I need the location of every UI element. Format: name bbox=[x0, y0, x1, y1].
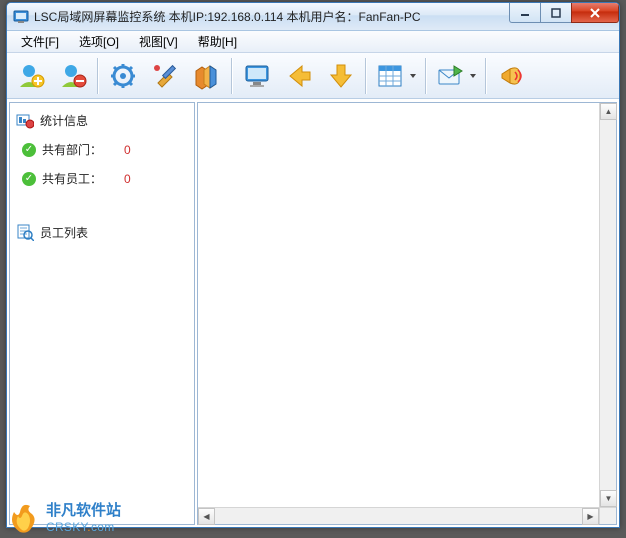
library-button[interactable] bbox=[187, 56, 227, 96]
window-title: LSC局域网屏幕监控系统 本机IP:192.168.0.114 本机用户名：Fa… bbox=[34, 8, 421, 25]
stat-emp-label: 共有员工： bbox=[42, 170, 102, 187]
check-icon: ✓ bbox=[22, 172, 36, 186]
sidebar: 统计信息 ✓ 共有部门： 0 ✓ 共有员工： 0 bbox=[9, 102, 195, 525]
minimize-button[interactable] bbox=[509, 3, 541, 23]
scroll-left-button[interactable]: ◀ bbox=[198, 508, 215, 525]
stats-heading-label: 统计信息 bbox=[40, 112, 88, 129]
menubar: 文件[F] 选项[O] 视图[V] 帮助[H] bbox=[7, 31, 619, 53]
vertical-scrollbar[interactable]: ▲ ▼ bbox=[599, 103, 616, 507]
toolbar-separator bbox=[97, 58, 99, 94]
close-button[interactable] bbox=[571, 3, 619, 23]
back-button[interactable] bbox=[279, 56, 319, 96]
stat-departments: ✓ 共有部门： 0 bbox=[16, 135, 188, 164]
content-area: 统计信息 ✓ 共有部门： 0 ✓ 共有员工： 0 bbox=[7, 99, 619, 527]
monitor-button[interactable] bbox=[237, 56, 277, 96]
stats-icon bbox=[16, 111, 34, 129]
maximize-button[interactable] bbox=[540, 3, 572, 23]
menu-help[interactable]: 帮助[H] bbox=[188, 31, 247, 52]
send-button[interactable] bbox=[431, 56, 481, 96]
titlebar[interactable]: LSC局域网屏幕监控系统 本机IP:192.168.0.114 本机用户名：Fa… bbox=[7, 3, 619, 31]
app-icon bbox=[13, 9, 29, 25]
chevron-down-icon bbox=[470, 74, 476, 78]
toolbar-separator bbox=[231, 58, 233, 94]
grid-view-button[interactable] bbox=[371, 56, 421, 96]
toolbar-separator bbox=[425, 58, 427, 94]
download-button[interactable] bbox=[321, 56, 361, 96]
chevron-down-icon bbox=[410, 74, 416, 78]
settings-button[interactable] bbox=[103, 56, 143, 96]
menu-view[interactable]: 视图[V] bbox=[129, 31, 188, 52]
app-window: LSC局域网屏幕监控系统 本机IP:192.168.0.114 本机用户名：Fa… bbox=[6, 2, 620, 528]
stat-employees: ✓ 共有员工： 0 bbox=[16, 164, 188, 193]
stat-emp-value: 0 bbox=[124, 172, 131, 186]
toolbar-separator bbox=[365, 58, 367, 94]
menu-file[interactable]: 文件[F] bbox=[11, 31, 69, 52]
check-icon: ✓ bbox=[22, 143, 36, 157]
main-pane: ▲ ▼ ◀ ▶ bbox=[197, 102, 617, 525]
search-list-icon bbox=[16, 223, 34, 241]
scroll-right-button[interactable]: ▶ bbox=[582, 508, 599, 525]
toolbar-separator bbox=[485, 58, 487, 94]
stats-heading: 统计信息 bbox=[16, 107, 188, 135]
add-user-button[interactable] bbox=[11, 56, 51, 96]
scroll-down-button[interactable]: ▼ bbox=[600, 490, 617, 507]
scroll-up-button[interactable]: ▲ bbox=[600, 103, 617, 120]
employee-list-heading: 员工列表 bbox=[16, 219, 188, 247]
employee-list-label: 员工列表 bbox=[40, 224, 88, 241]
remove-user-button[interactable] bbox=[53, 56, 93, 96]
window-controls bbox=[510, 3, 619, 23]
stat-dept-label: 共有部门： bbox=[42, 141, 102, 158]
toolbar bbox=[7, 53, 619, 99]
menu-options[interactable]: 选项[O] bbox=[69, 31, 129, 52]
horizontal-scrollbar[interactable]: ◀ ▶ bbox=[198, 507, 599, 524]
tools-button[interactable] bbox=[145, 56, 185, 96]
scroll-corner bbox=[599, 507, 616, 524]
stat-dept-value: 0 bbox=[124, 143, 131, 157]
announce-button[interactable] bbox=[491, 56, 531, 96]
